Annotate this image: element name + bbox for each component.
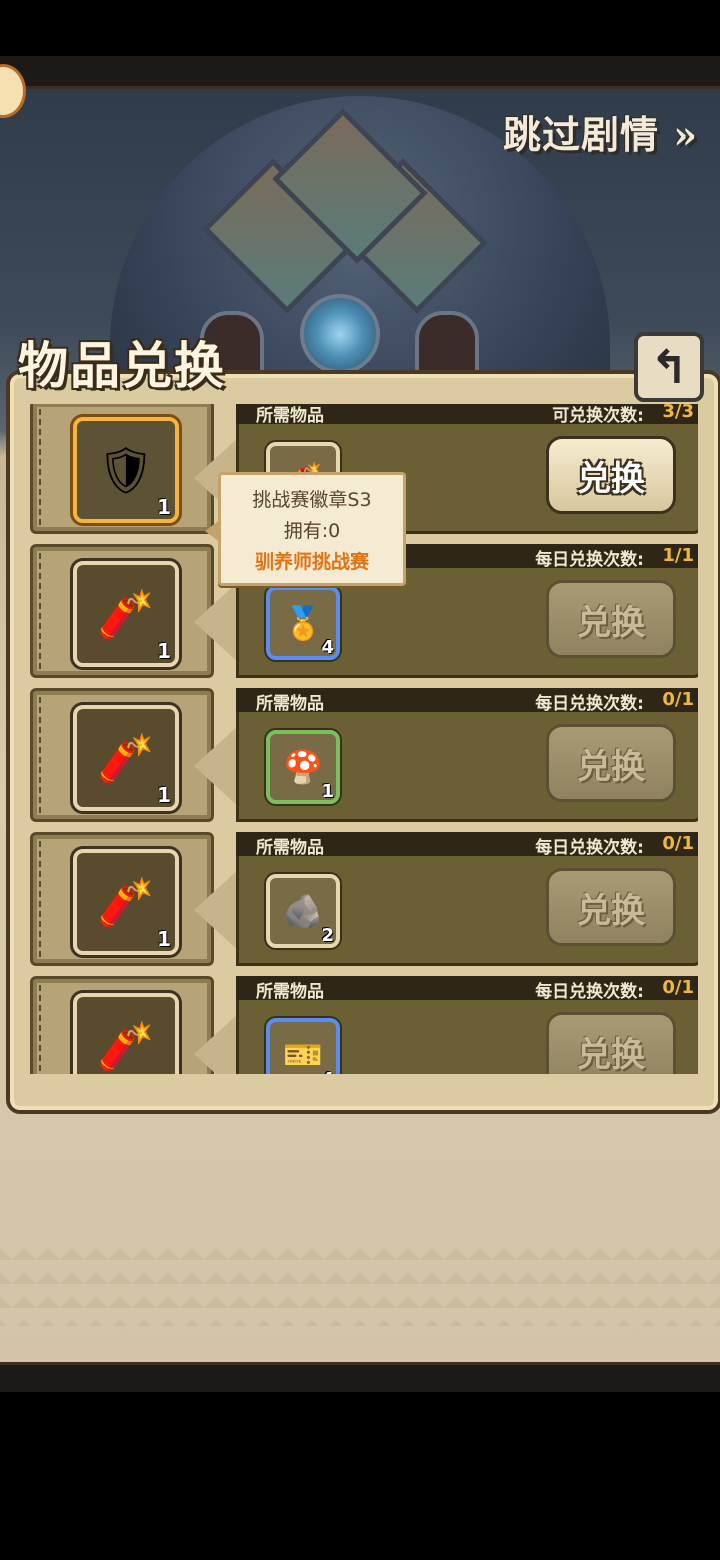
cost-item-slot[interactable]: 🎫4 [266, 1018, 340, 1074]
cost-quantity: 1 [321, 781, 334, 802]
reward-area: 🛡 1 [30, 404, 214, 534]
exchange-count: 0/1 [662, 689, 694, 710]
skip-story-button[interactable]: 跳过剧情 » [503, 104, 698, 159]
row-header: 所需物品 每日兑换次数: 0/1 [236, 832, 698, 858]
exchange-button[interactable]: 兑换 [546, 868, 676, 946]
reward-item-slot[interactable]: 🧨1 [73, 561, 179, 667]
back-arrow-icon: ↰ [649, 340, 689, 394]
top-status-area [0, 0, 720, 56]
tooltip-pointer [205, 519, 221, 543]
arrow-left-icon [194, 868, 240, 952]
cost-item-slot[interactable]: 🍄 1 [266, 730, 340, 804]
required-items-label: 所需物品 [256, 982, 324, 1002]
exchange-button[interactable]: 兑换 [546, 1012, 676, 1074]
required-items-label: 所需物品 [256, 406, 324, 426]
scene-top-border [0, 56, 720, 89]
reward-quantity: 1 [157, 783, 171, 807]
item-tooltip: 挑战赛徽章S3 拥有:0 驯养师挑战赛 [205, 472, 406, 586]
reward-item-slot[interactable]: 🧨1 [73, 849, 179, 955]
reward-quantity: 1 [157, 495, 171, 519]
back-button[interactable]: ↰ [634, 332, 704, 402]
background-pattern [0, 1236, 720, 1326]
dashed-divider [39, 553, 47, 669]
reward-quantity: 1 [157, 927, 171, 951]
scene-bottom-border [0, 1362, 720, 1392]
exchange-button[interactable]: 兑换 [546, 580, 676, 658]
row-header: 所需物品 每日兑换次数: 0/1 [236, 688, 698, 714]
required-items-label: 所需物品 [256, 694, 324, 714]
cost-quantity: 2 [321, 925, 334, 946]
exchange-button[interactable]: 兑换 [546, 436, 676, 514]
dashed-divider [39, 985, 47, 1074]
reward-area: 🧨1 [30, 976, 214, 1074]
firecracker-icon: 🧨 [97, 1018, 155, 1073]
row-header: 所需物品 可兑换次数: 3/3 [236, 404, 698, 426]
exchange-limit-label: 每日兑换次数: [535, 694, 644, 714]
tooltip-item-name: 挑战赛徽章S3 [252, 489, 372, 511]
exchange-row: 🧨1 所需物品 每日兑换次数: 0/1 🎫4 兑换 [26, 976, 698, 1074]
cost-item-slot[interactable]: 🏅 4 [266, 586, 340, 660]
exchange-limit-label: 可兑换次数: [552, 406, 644, 426]
cost-quantity: 4 [321, 637, 334, 658]
ticket-icon: 🎫 [283, 1036, 323, 1074]
exchange-count: 0/1 [662, 833, 694, 854]
dashed-divider [39, 697, 47, 813]
tooltip-owned-count: 拥有:0 [283, 520, 341, 542]
dashed-divider [39, 841, 47, 957]
exchange-count: 0/1 [662, 977, 694, 998]
exchange-limit-label: 每日兑换次数: [535, 550, 644, 570]
exchange-limit-label: 每日兑换次数: [535, 982, 644, 1002]
cost-item-slot[interactable]: 🪨 2 [266, 874, 340, 948]
reward-item-slot[interactable]: 🧨1 [73, 993, 179, 1074]
cost-quantity: 4 [321, 1069, 334, 1074]
reward-area: 🧨1 [30, 688, 214, 822]
exchange-count: 3/3 [662, 404, 694, 422]
rose-window [300, 294, 380, 374]
bottom-black-area [0, 1392, 720, 1560]
reward-item-slot[interactable]: 🛡 1 [73, 417, 179, 523]
page-title: 物品兑换 [18, 336, 226, 395]
dashed-divider [39, 409, 47, 525]
reward-quantity: 1 [157, 639, 171, 663]
reward-item-slot[interactable]: 🧨1 [73, 705, 179, 811]
tooltip-source-link[interactable]: 驯养师挑战赛 [221, 547, 403, 574]
exchange-row: 🧨 1 所需物品 每日兑换次数: 0/1 🍄 1 兑换 [26, 688, 698, 822]
exchange-count: 1/1 [662, 545, 694, 566]
row-header: 所需物品 每日兑换次数: 0/1 [236, 976, 698, 1002]
exchange-button[interactable]: 兑换 [546, 724, 676, 802]
reward-area: 🧨1 [30, 544, 214, 678]
exchange-row: 🧨 1 所需物品 每日兑换次数: 0/1 🪨 2 兑换 [26, 832, 698, 966]
arrow-left-icon [194, 724, 240, 808]
arrow-left-icon [194, 1012, 240, 1074]
required-items-label: 所需物品 [256, 838, 324, 858]
reward-area: 🧨1 [30, 832, 214, 966]
arrow-left-icon [194, 580, 240, 664]
reward-quantity: 1 [157, 1071, 171, 1074]
exchange-limit-label: 每日兑换次数: [535, 838, 644, 858]
